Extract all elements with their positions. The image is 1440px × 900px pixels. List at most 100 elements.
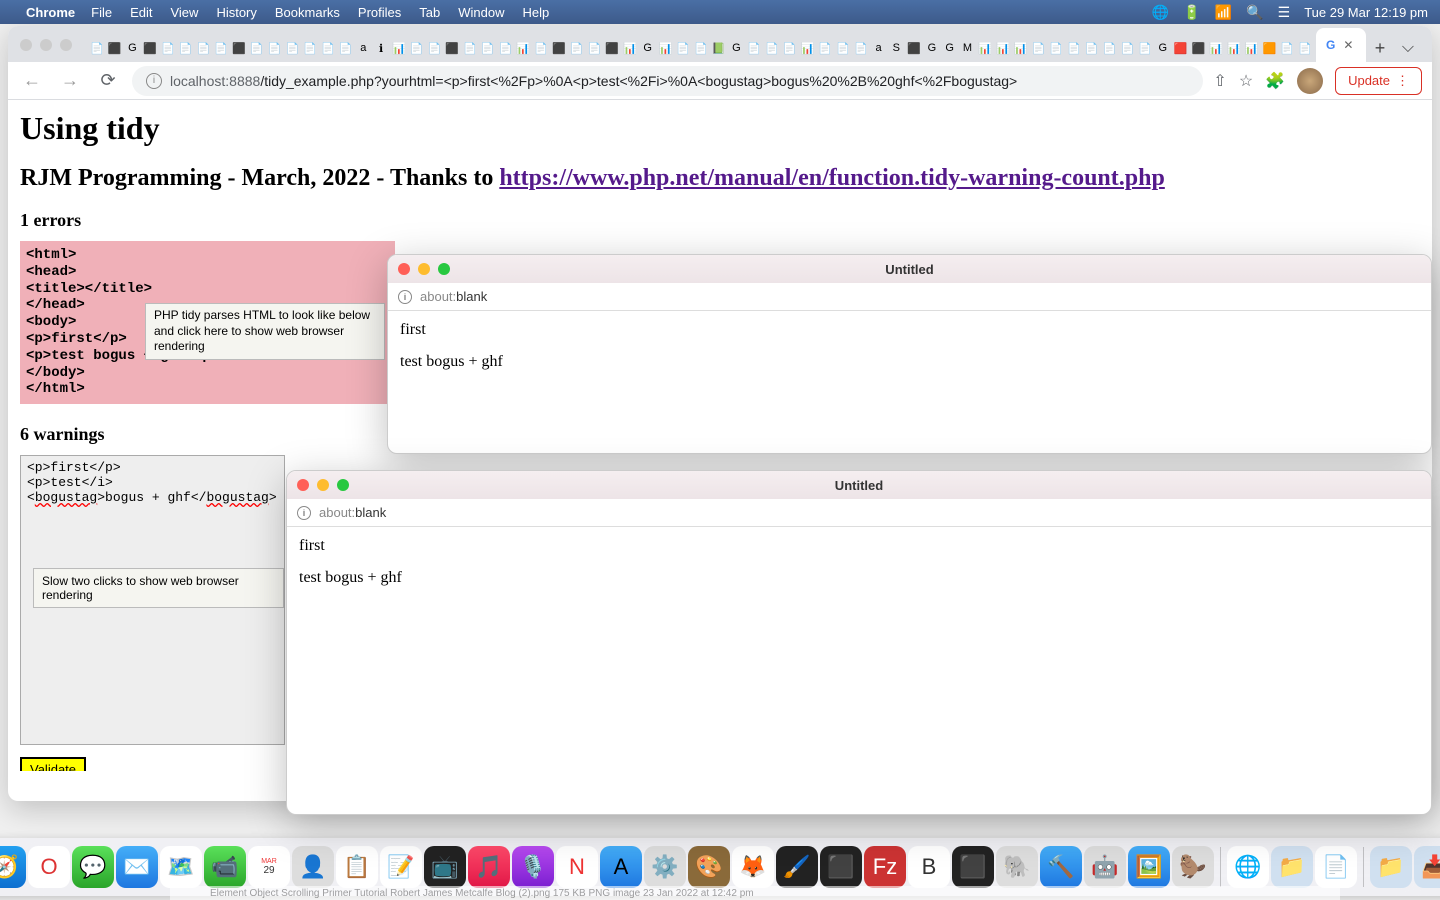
popup1-close-button[interactable] [398, 263, 410, 275]
menu-profiles[interactable]: Profiles [358, 5, 401, 20]
code-line: </body> [26, 365, 389, 382]
window-minimize-button[interactable] [40, 39, 52, 51]
dock-preview-icon[interactable]: 🖼️ [1128, 846, 1170, 888]
popup2-toolbar: i about:blank [287, 499, 1431, 527]
dock-textedit-icon[interactable]: 📄 [1315, 846, 1357, 888]
menu-tab[interactable]: Tab [419, 5, 440, 20]
window-maximize-button[interactable] [60, 39, 72, 51]
back-button[interactable]: ← [18, 67, 46, 95]
bookmark-icon[interactable]: ☆ [1239, 71, 1253, 91]
menu-bookmarks[interactable]: Bookmarks [275, 5, 340, 20]
spotlight-icon[interactable]: 🔍 [1246, 4, 1263, 21]
popup1-info-icon[interactable]: i [398, 290, 412, 304]
tidy-output-code[interactable]: <html> <head> <title></title> </head> <b… [20, 241, 395, 404]
active-tab[interactable]: G ✕ [1316, 28, 1366, 62]
dock-automator-icon[interactable]: 🤖 [1084, 846, 1126, 888]
dock-folder-icon[interactable]: 📁 [1370, 846, 1412, 888]
code-line: <title></title> [26, 281, 389, 298]
popup1-titlebar[interactable]: Untitled [388, 255, 1431, 283]
popup1-p1: first [400, 321, 1419, 339]
dock-contacts-icon[interactable]: 👤 [292, 846, 334, 888]
wifi-icon[interactable]: 📶 [1215, 4, 1232, 21]
profile-avatar[interactable] [1297, 68, 1323, 94]
textarea-line: <p>test</i> [27, 475, 278, 490]
dock-brackets-icon[interactable]: B [908, 846, 950, 888]
menu-view[interactable]: View [170, 5, 198, 20]
dock-terminal-icon[interactable]: ⬛ [820, 846, 862, 888]
dock-firefox-icon[interactable]: 🦊 [732, 846, 774, 888]
battery-icon[interactable]: 🔋 [1183, 4, 1200, 21]
dock-music-icon[interactable]: 🎵 [468, 846, 510, 888]
dock-mail-icon[interactable]: ✉️ [116, 846, 158, 888]
tab-close-button[interactable]: ✕ [1343, 38, 1353, 52]
site-info-icon[interactable]: i [146, 73, 162, 89]
menu-window[interactable]: Window [458, 5, 504, 20]
dock-settings-icon[interactable]: ⚙️ [644, 846, 686, 888]
dock-safari-icon[interactable]: 🧭 [0, 846, 26, 888]
popup1-maximize-button[interactable] [438, 263, 450, 275]
reload-button[interactable]: ⟳ [94, 67, 122, 95]
dock-facetime-icon[interactable]: 📹 [204, 846, 246, 888]
h2-prefix: RJM Programming - March, 2022 - Thanks t… [20, 165, 499, 191]
php-manual-link[interactable]: https://www.php.net/manual/en/function.t… [499, 165, 1164, 191]
control-center-icon[interactable]: ☰ [1278, 4, 1291, 21]
dock-xcode-icon[interactable]: 🔨 [1040, 846, 1082, 888]
popup2-p2: test bogus + ghf [299, 569, 1419, 587]
code-line: </html> [26, 381, 389, 398]
finder-window-peek: Element Object Scrolling Primer Tutorial… [170, 886, 1340, 900]
popup2-p1: first [299, 537, 1419, 555]
dock-reminders-icon[interactable]: 📋 [336, 846, 378, 888]
chrome-toolbar: ← → ⟳ i localhost:8888/tidy_example.php?… [8, 62, 1432, 100]
dock-gimp-icon[interactable]: 🎨 [688, 846, 730, 888]
menubar-clock[interactable]: Tue 29 Mar 12:19 pm [1304, 5, 1428, 20]
errors-heading: 1 errors [20, 210, 1420, 231]
popup-window-2: Untitled i about:blank first test bogus … [286, 470, 1432, 815]
extensions-icon[interactable]: 🧩 [1265, 71, 1285, 91]
dock-calendar-icon[interactable]: MAR29 [248, 846, 290, 888]
address-bar[interactable]: i localhost:8888/tidy_example.php?yourht… [132, 66, 1203, 96]
background-tabs[interactable]: 📄⬛G⬛📄📄📄📄⬛📄📄📄📄📄📄aℹ📊📄📄⬛📄📄📄📊📄⬛📄📄⬛📊G📊📄📄📗G📄📄📄… [88, 34, 1314, 62]
input-html-textarea[interactable]: <p>first</p> <p>test</i> <bogustag>bogus… [20, 455, 285, 745]
update-label: Update [1348, 73, 1390, 88]
menu-help[interactable]: Help [523, 5, 550, 20]
dock-news-icon[interactable]: N [556, 846, 598, 888]
dock-filezilla-icon[interactable]: Fz [864, 846, 906, 888]
dock-tv-icon[interactable]: 📺 [424, 846, 466, 888]
tab-strip: 📄⬛G⬛📄📄📄📄⬛📄📄📄📄📄📄aℹ📊📄📄⬛📄📄📄📊📄⬛📄📄⬛📊G📊📄📄📗G📄📄📄… [8, 26, 1432, 62]
dock-messages-icon[interactable]: 💬 [72, 846, 114, 888]
dock-finder2-icon[interactable]: 📁 [1271, 846, 1313, 888]
popup2-maximize-button[interactable] [337, 479, 349, 491]
dock-mamp-icon[interactable]: 🐘 [996, 846, 1038, 888]
popup2-minimize-button[interactable] [317, 479, 329, 491]
popup2-titlebar[interactable]: Untitled [287, 471, 1431, 499]
popup1-minimize-button[interactable] [418, 263, 430, 275]
dock-opera-icon[interactable]: O [28, 846, 70, 888]
popup2-close-button[interactable] [297, 479, 309, 491]
page-h2: RJM Programming - March, 2022 - Thanks t… [20, 165, 1420, 192]
dock-appstore-icon[interactable]: A [600, 846, 642, 888]
dock-maps-icon[interactable]: 🗺️ [160, 846, 202, 888]
popup2-info-icon[interactable]: i [297, 506, 311, 520]
update-button[interactable]: Update ⋮ [1335, 67, 1422, 95]
popup2-content: first test bogus + ghf [287, 527, 1431, 611]
menu-file[interactable]: File [91, 5, 112, 20]
dock-podcasts-icon[interactable]: 🎙️ [512, 846, 554, 888]
dock-pixelmator-icon[interactable]: 🖌️ [776, 846, 818, 888]
tab-favicon-icon: G [1326, 38, 1335, 52]
dock-iterm-icon[interactable]: ⬛ [952, 846, 994, 888]
window-close-button[interactable] [20, 39, 32, 51]
textarea-line: <bogustag>bogus + ghf</bogustag> [27, 490, 278, 505]
menu-history[interactable]: History [216, 5, 256, 20]
validate-button[interactable]: Validate [20, 757, 86, 771]
dock-downloads-icon[interactable]: 📥 [1414, 846, 1440, 888]
menu-edit[interactable]: Edit [130, 5, 152, 20]
dock-gimp2-icon[interactable]: 🦫 [1172, 846, 1214, 888]
share-icon[interactable]: ⇧ [1213, 71, 1226, 91]
dock-notes-icon[interactable]: 📝 [380, 846, 422, 888]
new-tab-button[interactable]: + [1366, 34, 1394, 62]
globe-icon[interactable]: 🌐 [1152, 4, 1169, 21]
tab-list-button[interactable]: ⌵ [1394, 34, 1422, 62]
popup1-toolbar: i about:blank [388, 283, 1431, 311]
dock-chrome-icon[interactable]: 🌐 [1227, 846, 1269, 888]
menubar-app-name[interactable]: Chrome [26, 5, 75, 20]
